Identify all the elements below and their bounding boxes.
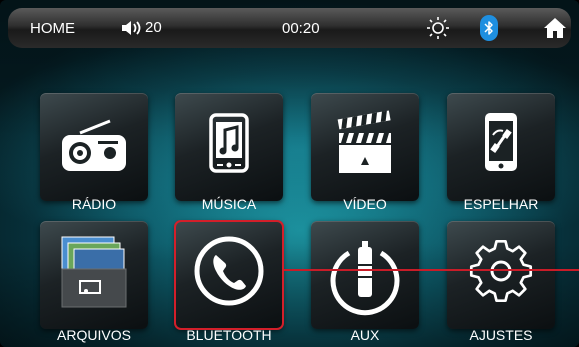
radio-icon xyxy=(62,119,126,171)
home-icon[interactable] xyxy=(543,17,567,39)
brightness-icon[interactable] xyxy=(426,16,450,40)
app-tile-mirror[interactable] xyxy=(447,93,555,201)
head-unit-screen: HOME 20 00:20 RÁDIO MÚSICA VÍDEO ESPELHA… xyxy=(0,0,579,347)
phone-mirror-icon xyxy=(485,113,517,171)
photo-folder-icon xyxy=(61,236,127,308)
selection-indicator-line xyxy=(284,269,579,271)
aux-jack-icon xyxy=(330,241,400,316)
phone-handset-icon xyxy=(194,236,264,306)
volume-value: 20 xyxy=(145,19,162,36)
app-tile-video[interactable] xyxy=(311,93,419,201)
app-label-radio: RÁDIO xyxy=(71,196,117,212)
clapperboard-icon xyxy=(337,110,391,173)
app-tile-aux[interactable] xyxy=(311,221,419,329)
app-tile-settings[interactable] xyxy=(447,221,555,329)
settings-gear-icon xyxy=(469,239,533,303)
volume-icon xyxy=(122,20,141,35)
app-label-music: MÚSICA xyxy=(201,196,257,212)
app-label-bluetooth: BLUETOOTH xyxy=(186,327,272,343)
app-label-mirror: ESPELHAR xyxy=(463,196,539,212)
volume-control[interactable]: 20 xyxy=(121,19,162,36)
bluetooth-icon xyxy=(484,21,493,35)
app-tile-files[interactable] xyxy=(40,221,148,329)
bluetooth-status[interactable] xyxy=(480,15,498,41)
clock: 00:20 xyxy=(282,20,320,37)
app-tile-radio[interactable] xyxy=(40,93,148,201)
home-label[interactable]: HOME xyxy=(30,20,75,37)
app-label-settings: AJUSTES xyxy=(469,327,533,343)
app-tile-bluetooth[interactable] xyxy=(174,220,284,330)
status-bar: HOME 20 00:20 xyxy=(8,8,571,48)
app-label-aux: AUX xyxy=(350,327,380,343)
app-label-video: VÍDEO xyxy=(343,196,387,212)
music-player-icon xyxy=(209,113,249,173)
app-label-files: ARQUIVOS xyxy=(57,327,131,343)
app-tile-music[interactable] xyxy=(175,93,283,201)
